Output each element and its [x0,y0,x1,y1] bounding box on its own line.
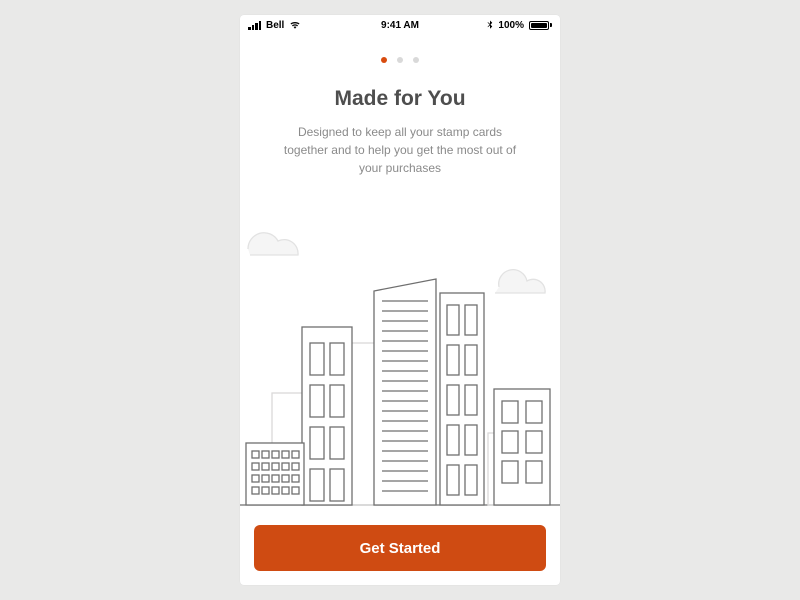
onboarding-title: Made for You [240,87,560,111]
phone-screen: Bell 9:41 AM 100% Made for You Designed … [240,15,560,585]
cityscape-illustration [240,177,560,513]
battery-icon [529,21,552,30]
page-dot-2[interactable] [397,57,403,63]
battery-pct-label: 100% [498,20,524,31]
bluetooth-icon [487,20,493,30]
page-indicator[interactable] [240,57,560,63]
status-time: 9:41 AM [381,20,419,31]
status-bar: Bell 9:41 AM 100% [240,15,560,35]
get-started-button[interactable]: Get Started [254,525,546,571]
page-dot-1[interactable] [381,57,387,63]
carrier-label: Bell [266,20,284,31]
onboarding-subtitle: Designed to keep all your stamp cards to… [275,123,525,177]
page-dot-3[interactable] [413,57,419,63]
signal-bars-icon [248,21,261,30]
wifi-icon [289,20,301,30]
buildings-icon [240,193,560,513]
